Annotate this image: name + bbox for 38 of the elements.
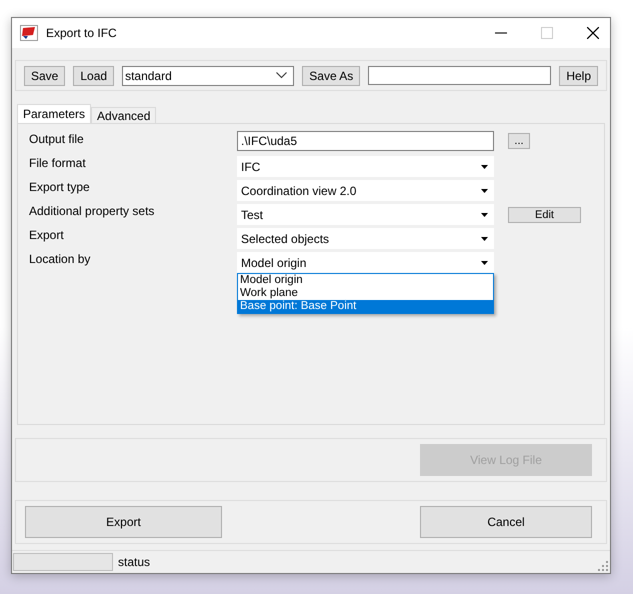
dropdown-arrow-icon <box>481 188 488 192</box>
dropdown-option[interactable]: Base point: Base Point <box>238 300 493 313</box>
dropdown-arrow-icon <box>481 236 488 240</box>
name-field[interactable] <box>368 66 552 85</box>
resize-grip-icon[interactable] <box>598 561 608 571</box>
field-label: Export <box>29 227 65 242</box>
dropdown[interactable]: Selected objects <box>237 228 494 249</box>
load-button[interactable]: Load <box>73 66 114 86</box>
dropdown[interactable]: Model origin <box>237 252 494 273</box>
app-icon <box>20 25 38 41</box>
export-button[interactable]: Export <box>25 506 222 538</box>
dropdown-arrow-icon <box>481 212 488 216</box>
tab[interactable]: Advanced <box>91 107 156 123</box>
window-title: Export to IFC <box>46 26 117 40</box>
save-as-button[interactable]: Save As <box>302 66 360 86</box>
chevron-icon <box>276 72 288 79</box>
field-label: Export type <box>29 179 91 194</box>
save-button[interactable]: Save <box>24 66 66 86</box>
dropdown[interactable]: IFC <box>237 156 494 177</box>
help-button[interactable]: Help <box>559 66 598 86</box>
field-label: File format <box>29 155 87 170</box>
field-label: Location by <box>29 251 92 266</box>
field-label: Output file <box>29 131 85 146</box>
status-text: status <box>118 555 150 569</box>
dropdown[interactable]: Test <box>237 204 494 225</box>
preset-dropdown[interactable]: standard <box>122 66 294 86</box>
dropdown-arrow-icon <box>481 164 488 168</box>
dropdown-option[interactable]: Work plane <box>238 287 493 300</box>
close-icon[interactable] <box>587 27 599 39</box>
dropdown-option[interactable]: Model origin <box>238 274 493 287</box>
cancel-button[interactable]: Cancel <box>420 506 592 538</box>
edit-button[interactable]: Edit <box>508 207 581 223</box>
field-label: Additional property sets <box>29 203 156 218</box>
dropdown-arrow-icon <box>481 260 488 264</box>
text-field[interactable]: .\IFC\uda5 <box>237 131 494 151</box>
browse-button[interactable]: ... <box>508 133 530 149</box>
tab[interactable]: Parameters <box>17 104 92 123</box>
dropdown[interactable]: Coordination view 2.0 <box>237 180 494 201</box>
